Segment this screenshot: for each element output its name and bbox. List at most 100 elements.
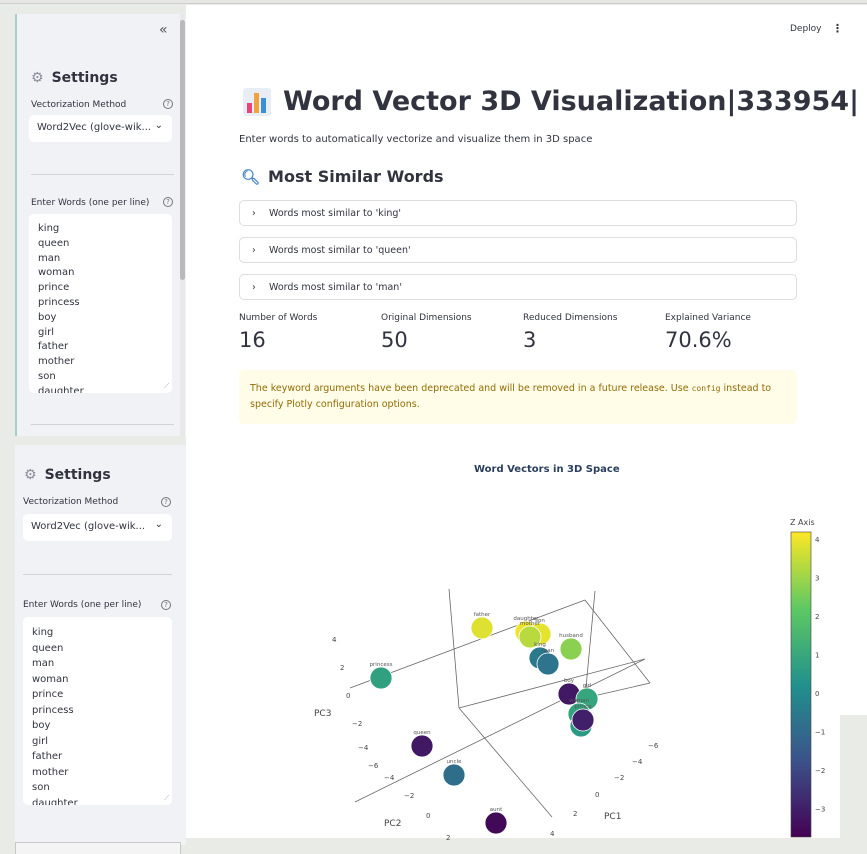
word-line: father: [38, 341, 69, 353]
bottom-tab[interactable]: [15, 842, 181, 854]
chevron-down-icon: ⌄: [154, 120, 163, 131]
divider: [31, 424, 174, 425]
words-textarea[interactable]: king queen man woman prince princess boy…: [29, 214, 172, 393]
deploy-button[interactable]: Deploy: [790, 24, 822, 34]
pc2-tick-label: 0: [426, 812, 430, 820]
word-line: princess: [38, 296, 80, 308]
pc2-tick-label: −2: [404, 792, 414, 800]
method-select[interactable]: Word2Vec (glove-wik... ⌄: [23, 514, 172, 541]
word-line: mother: [32, 766, 69, 778]
expander-man[interactable]: › Words most similar to 'man': [239, 274, 797, 300]
method-label: Vectorization Method: [23, 497, 119, 507]
pc1-tick-label: 2: [573, 810, 577, 818]
resize-grip-icon[interactable]: ⟋: [164, 794, 169, 803]
resize-grip-icon[interactable]: ⟋: [164, 382, 169, 391]
point-label: uncle: [447, 759, 463, 765]
word-line: girl: [38, 326, 55, 338]
expander-label: Words most similar to 'king': [269, 208, 402, 219]
help-icon[interactable]: ?: [161, 600, 171, 610]
point-label: father: [474, 612, 491, 618]
axis-line: [584, 590, 596, 699]
colorbar-title: Z Axis: [790, 518, 815, 527]
settings-title-text: Settings: [44, 467, 111, 483]
colorbar-tick-label: 3: [815, 575, 819, 583]
method-label: Vectorization Method: [31, 100, 127, 110]
expander-king[interactable]: › Words most similar to 'king': [239, 200, 797, 226]
method-select[interactable]: Word2Vec (glove-wik... ⌄: [29, 115, 172, 142]
pc3-tick-label: −6: [368, 762, 379, 770]
sidebar-scroll-thumb[interactable]: [180, 20, 185, 280]
warning-text: The keyword arguments have been deprecat…: [250, 383, 692, 394]
point-label: mother: [520, 621, 541, 627]
colorbar-tick-label: 4: [815, 536, 820, 544]
sidebar: « ⚙ Settings Vectorization Method ? Word…: [15, 14, 186, 436]
word-line: princess: [32, 704, 74, 716]
word-line: man: [32, 658, 55, 669]
chevron-right-icon: ›: [252, 282, 256, 293]
data-point: [410, 734, 434, 758]
word-line: boy: [38, 311, 57, 323]
pc3-tick-label: 2: [340, 664, 344, 672]
axis-line: [584, 599, 651, 684]
axis-title-z: PC3: [314, 709, 331, 719]
divider: [31, 174, 174, 175]
pc1-tick-label: 0: [595, 791, 599, 799]
metric-value: 70.6%: [665, 328, 732, 352]
point-label: man: [542, 648, 555, 654]
colorbar-tick-label: 0: [815, 690, 819, 698]
data-point: [536, 652, 560, 676]
pc3-tick-label: 0: [346, 692, 350, 700]
kebab-menu-icon[interactable]: ⋮: [832, 22, 843, 35]
settings-title: ⚙ Settings: [31, 70, 118, 86]
colorbar-tick-label: 1: [815, 652, 819, 660]
help-icon[interactable]: ?: [163, 197, 173, 207]
warning-code: config: [691, 384, 721, 393]
page-title: Word Vector 3D Visualization|333954|: [243, 86, 859, 117]
help-icon[interactable]: ?: [163, 99, 173, 109]
data-point: [571, 708, 595, 732]
chevron-double-left-icon[interactable]: «: [159, 22, 168, 38]
axis-line: [458, 707, 553, 818]
sidebar-duplicate: ⚙ Settings Vectorization Method ? Word2V…: [15, 445, 186, 845]
word-line: king: [38, 223, 60, 234]
similar-heading-text: Most Similar Words: [268, 167, 444, 186]
deprecation-warning: The keyword arguments have been deprecat…: [239, 370, 797, 424]
colorbar-tick-label: 2: [815, 613, 819, 621]
pc3-tick-label: 4: [332, 636, 337, 644]
point-label: boy: [564, 678, 575, 684]
word-line: king: [32, 627, 54, 638]
words-textarea[interactable]: king queen man woman prince princess boy…: [23, 617, 172, 805]
colorbar-tick-label: −1: [815, 729, 825, 737]
expander-queen[interactable]: › Words most similar to 'queen': [239, 237, 797, 263]
point-label: princess: [370, 662, 393, 668]
word-line: man: [38, 252, 61, 264]
pc3-tick-label: −4: [358, 744, 369, 752]
expander-label: Words most similar to 'man': [269, 282, 402, 293]
axis-line: [354, 658, 646, 803]
word-line: prince: [38, 282, 70, 294]
metric-value: 50: [381, 328, 408, 352]
word-line: woman: [32, 673, 69, 685]
colorbar-tick-label: −3: [815, 806, 825, 814]
pc1-tick-label: 4: [550, 830, 555, 838]
word-line: son: [32, 782, 50, 793]
data-point: [559, 637, 583, 661]
method-select-value: Word2Vec (glove-wik...: [31, 521, 146, 532]
chevron-right-icon: ›: [252, 208, 256, 219]
gear-icon: ⚙: [31, 70, 44, 86]
word-line: daughter: [32, 797, 78, 806]
word-line: prince: [32, 689, 64, 700]
scatter-3d-plot[interactable]: 4 2 0 −2 −4 −6 −4 −2 0 2 −6 −4 −2 0 2 4 PC3 PC2 PC1 father…: [240, 470, 840, 845]
colorbar: [790, 531, 812, 838]
gear-icon: ⚙: [24, 467, 37, 483]
metric-value: 16: [239, 328, 266, 352]
word-line: daughter: [38, 385, 84, 393]
expander-label: Words most similar to 'queen': [269, 245, 411, 256]
data-point: [369, 666, 393, 690]
help-icon[interactable]: ?: [161, 497, 171, 507]
data-point: [484, 811, 508, 835]
pc1-tick-label: −2: [614, 774, 624, 782]
point-label: prince: [574, 704, 592, 710]
word-line: boy: [32, 720, 51, 731]
pc2-tick-label: −4: [384, 774, 395, 782]
